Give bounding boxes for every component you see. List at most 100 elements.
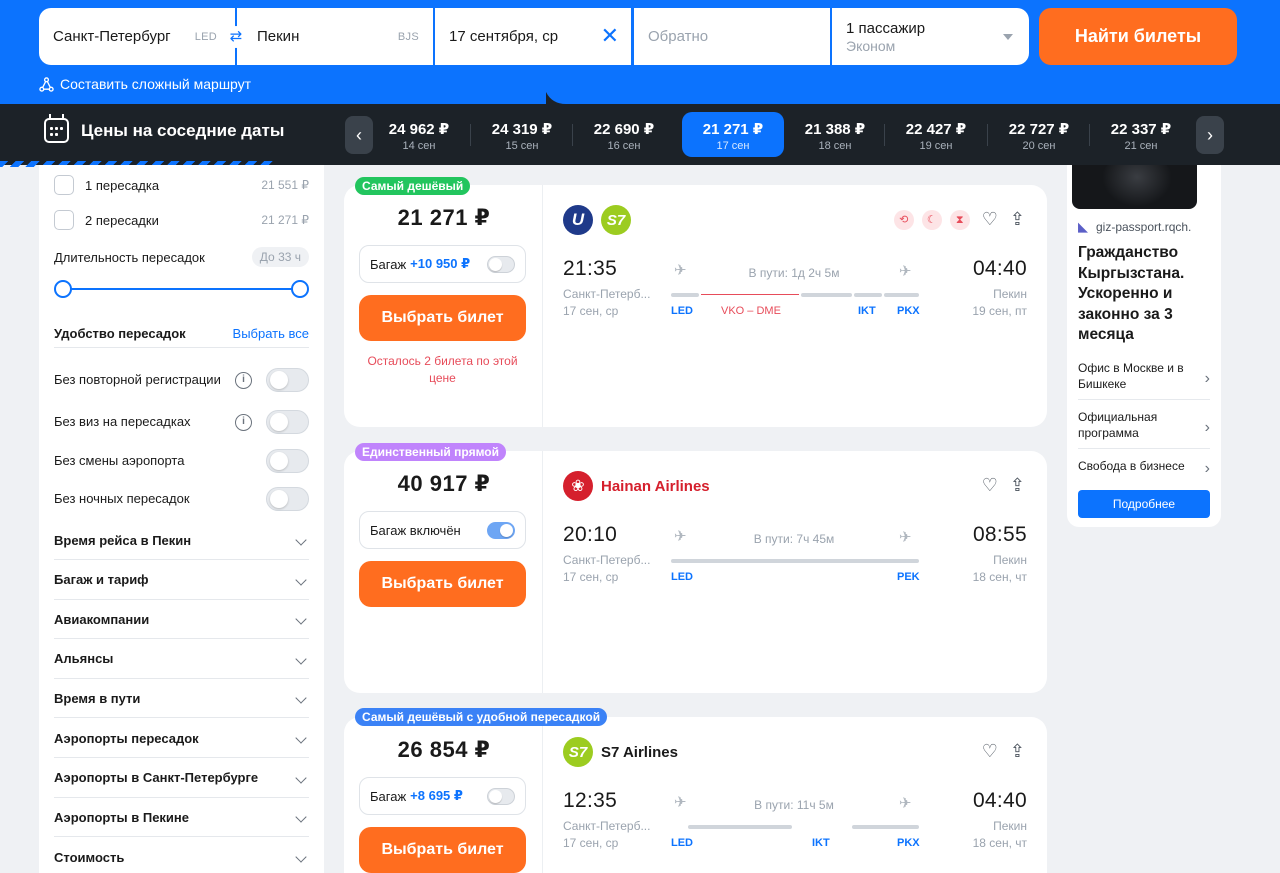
date-price: 24 962 ₽ <box>388 121 450 138</box>
date-price-cell[interactable]: 24 319 ₽ 15 сен <box>471 112 573 157</box>
comfort-header: Удобство пересадок Выбрать все <box>54 320 309 348</box>
toggle-switch[interactable] <box>266 368 309 392</box>
comfort-toggle-row[interactable]: Без повторной регистрации i <box>54 360 309 400</box>
find-tickets-button[interactable]: Найти билеты <box>1039 8 1237 65</box>
complex-route-link[interactable]: Составить сложный маршрут <box>39 76 251 92</box>
airline-logos: U S7 <box>563 205 631 235</box>
airport-code: PKX <box>897 837 920 849</box>
slider-max-handle[interactable] <box>291 280 309 298</box>
filters-sidebar: 1 пересадка 21 551 ₽ 2 пересадки 21 271 … <box>39 165 324 873</box>
date-price-cell[interactable]: 21 388 ₽ 18 сен <box>784 112 886 157</box>
toggle-switch[interactable] <box>266 410 309 434</box>
select-ticket-button[interactable]: Выбрать билет <box>359 561 526 607</box>
filter-section[interactable]: Стоимость <box>54 838 309 873</box>
layover-slider[interactable] <box>54 279 309 299</box>
baggage-toggle[interactable] <box>487 522 515 539</box>
filter-section[interactable]: Время в пути <box>54 679 309 719</box>
filter-label: 2 пересадки <box>85 212 159 228</box>
search-header: Санкт-Петербург LED ⇄ Пекин BJS 17 сентя… <box>0 0 1280 104</box>
filter-section[interactable]: Время рейса в Пекин <box>54 521 309 560</box>
filter-section-title: Время рейса в Пекин <box>54 532 192 548</box>
ticket-card[interactable]: 26 854 ₽ Багаж +8 695 ₽ Выбрать билет S7 S7 A… <box>344 717 1047 873</box>
card-actions: ♡ ⇪ <box>982 475 1025 496</box>
favorite-heart-icon[interactable]: ♡ <box>982 741 998 762</box>
baggage-label: Багаж включён <box>370 522 461 538</box>
slider-min-handle[interactable] <box>54 280 72 298</box>
return-date-field[interactable]: Обратно <box>634 8 830 65</box>
date-price-cell[interactable]: 22 337 ₽ 21 сен <box>1090 112 1192 157</box>
s7-logo-icon: S7 <box>563 737 593 767</box>
ad-link[interactable]: Офис в Москве и в Бишкеке <box>1078 360 1210 400</box>
filter-stops-2[interactable]: 2 пересадки 21 271 ₽ <box>54 210 309 230</box>
swap-icon[interactable]: ⇄ <box>225 26 247 48</box>
toggle-switch[interactable] <box>266 449 309 473</box>
baggage-toggle[interactable] <box>487 788 515 805</box>
comfort-toggle-row[interactable]: Без виз на пересадках i <box>54 408 309 436</box>
date-price: 21 271 ₽ <box>702 121 764 138</box>
filter-section-title: Авиакомпании <box>54 611 150 627</box>
date-separator <box>987 124 988 146</box>
share-icon[interactable]: ⇪ <box>1010 741 1025 762</box>
return-placeholder: Обратно <box>648 28 709 45</box>
tickets-left-warning: Осталось 2 билета по этой цене <box>367 354 518 385</box>
flight-duration: В пути: 7ч 45м <box>753 532 835 546</box>
ad-link[interactable]: Свобода в бизнесе <box>1078 458 1210 481</box>
passengers-select[interactable]: 1 пассажир Эконом <box>832 8 1029 65</box>
select-ticket-button[interactable]: Выбрать билет <box>359 295 526 341</box>
origin-city: Санкт-Петербург <box>53 28 171 45</box>
takeoff-icon: ✈ <box>674 528 687 545</box>
ad-link[interactable]: Официальная программа <box>1078 409 1210 449</box>
baggage-option[interactable]: Багаж +10 950 ₽ <box>359 245 526 283</box>
airline-name: S7 Airlines <box>601 743 678 761</box>
filter-section[interactable]: Аэропорты в Пекине <box>54 798 309 838</box>
landing-icon: ✈ <box>899 793 912 810</box>
favorite-heart-icon[interactable]: ♡ <box>982 209 998 230</box>
info-icon[interactable]: i <box>235 414 252 431</box>
filter-section[interactable]: Багаж и тариф <box>54 561 309 600</box>
chevron-down-icon <box>295 811 307 823</box>
clear-date-icon[interactable]: ✕ <box>601 25 619 47</box>
filter-section[interactable]: Аэропорты в Санкт-Петербурге <box>54 759 309 798</box>
comfort-toggle-row[interactable]: Без ночных пересадок <box>54 485 309 513</box>
share-icon[interactable]: ⇪ <box>1010 209 1025 230</box>
select-ticket-button[interactable]: Выбрать билет <box>359 827 526 873</box>
next-dates-button[interactable]: › <box>1196 116 1224 154</box>
filter-section[interactable]: Альянсы <box>54 640 309 679</box>
ad-cta-button[interactable]: Подробнее <box>1078 490 1210 518</box>
baggage-option[interactable]: Багаж +8 695 ₽ <box>359 777 526 815</box>
select-all-link[interactable]: Выбрать все <box>233 326 309 341</box>
ticket-card[interactable]: 40 917 ₽ Багаж включён Выбрать билет ❀ Haina… <box>344 451 1047 693</box>
ticket-card[interactable]: 21 271 ₽ Багаж +10 950 ₽ Выбрать билет Остал… <box>344 185 1047 427</box>
date-price-cell[interactable]: 24 962 ₽ 14 сен <box>368 112 470 157</box>
filter-section[interactable]: Авиакомпании <box>54 600 309 640</box>
airline-info: U S7 <box>563 205 631 235</box>
comfort-toggle-row[interactable]: Без смены аэропорта <box>54 447 309 475</box>
ad-domain-row: ◣ giz-passport.rqch. <box>1078 219 1191 235</box>
destination-field[interactable]: Пекин BJS <box>237 8 433 65</box>
date-label: 15 сен <box>505 140 539 152</box>
baggage-toggle[interactable] <box>487 256 515 273</box>
origin-field[interactable]: Санкт-Петербург LED <box>39 8 235 65</box>
baggage-label: Багаж <box>370 788 407 804</box>
filter-section[interactable]: Аэропорты пересадок <box>54 719 309 758</box>
checkbox[interactable] <box>54 210 74 230</box>
date-price-cell[interactable]: 22 427 ₽ 19 сен <box>885 112 987 157</box>
date-price-cell[interactable]: 22 690 ₽ 16 сен <box>573 112 675 157</box>
ad-headline: Гражданство Кыргызстана. Ускоренно и зак… <box>1078 244 1185 343</box>
checkbox[interactable] <box>54 175 74 195</box>
filter-section-title: Аэропорты в Пекине <box>54 809 190 825</box>
takeoff-icon: ✈ <box>674 794 687 811</box>
baggage-option[interactable]: Багаж включён <box>359 511 526 549</box>
date-price-cell[interactable]: 21 271 ₽ 17 сен <box>682 112 784 157</box>
toggle-switch[interactable] <box>266 487 309 511</box>
favorite-heart-icon[interactable]: ♡ <box>982 475 998 496</box>
filter-stops-1[interactable]: 1 пересадка 21 551 ₽ <box>54 175 309 195</box>
departure-date-field[interactable]: 17 сентября, ср ✕ <box>435 8 631 65</box>
ad-banner[interactable]: ◣ giz-passport.rqch. Гражданство Кыргызс… <box>1067 165 1221 527</box>
date-price-cell[interactable]: 22 727 ₽ 20 сен <box>988 112 1090 157</box>
info-icon[interactable]: i <box>235 372 252 389</box>
reregistration-icon: ⟲ <box>893 209 914 230</box>
share-icon[interactable]: ⇪ <box>1010 475 1025 496</box>
chevron-down-icon <box>295 692 307 705</box>
date-label: 20 сен <box>1022 140 1056 152</box>
